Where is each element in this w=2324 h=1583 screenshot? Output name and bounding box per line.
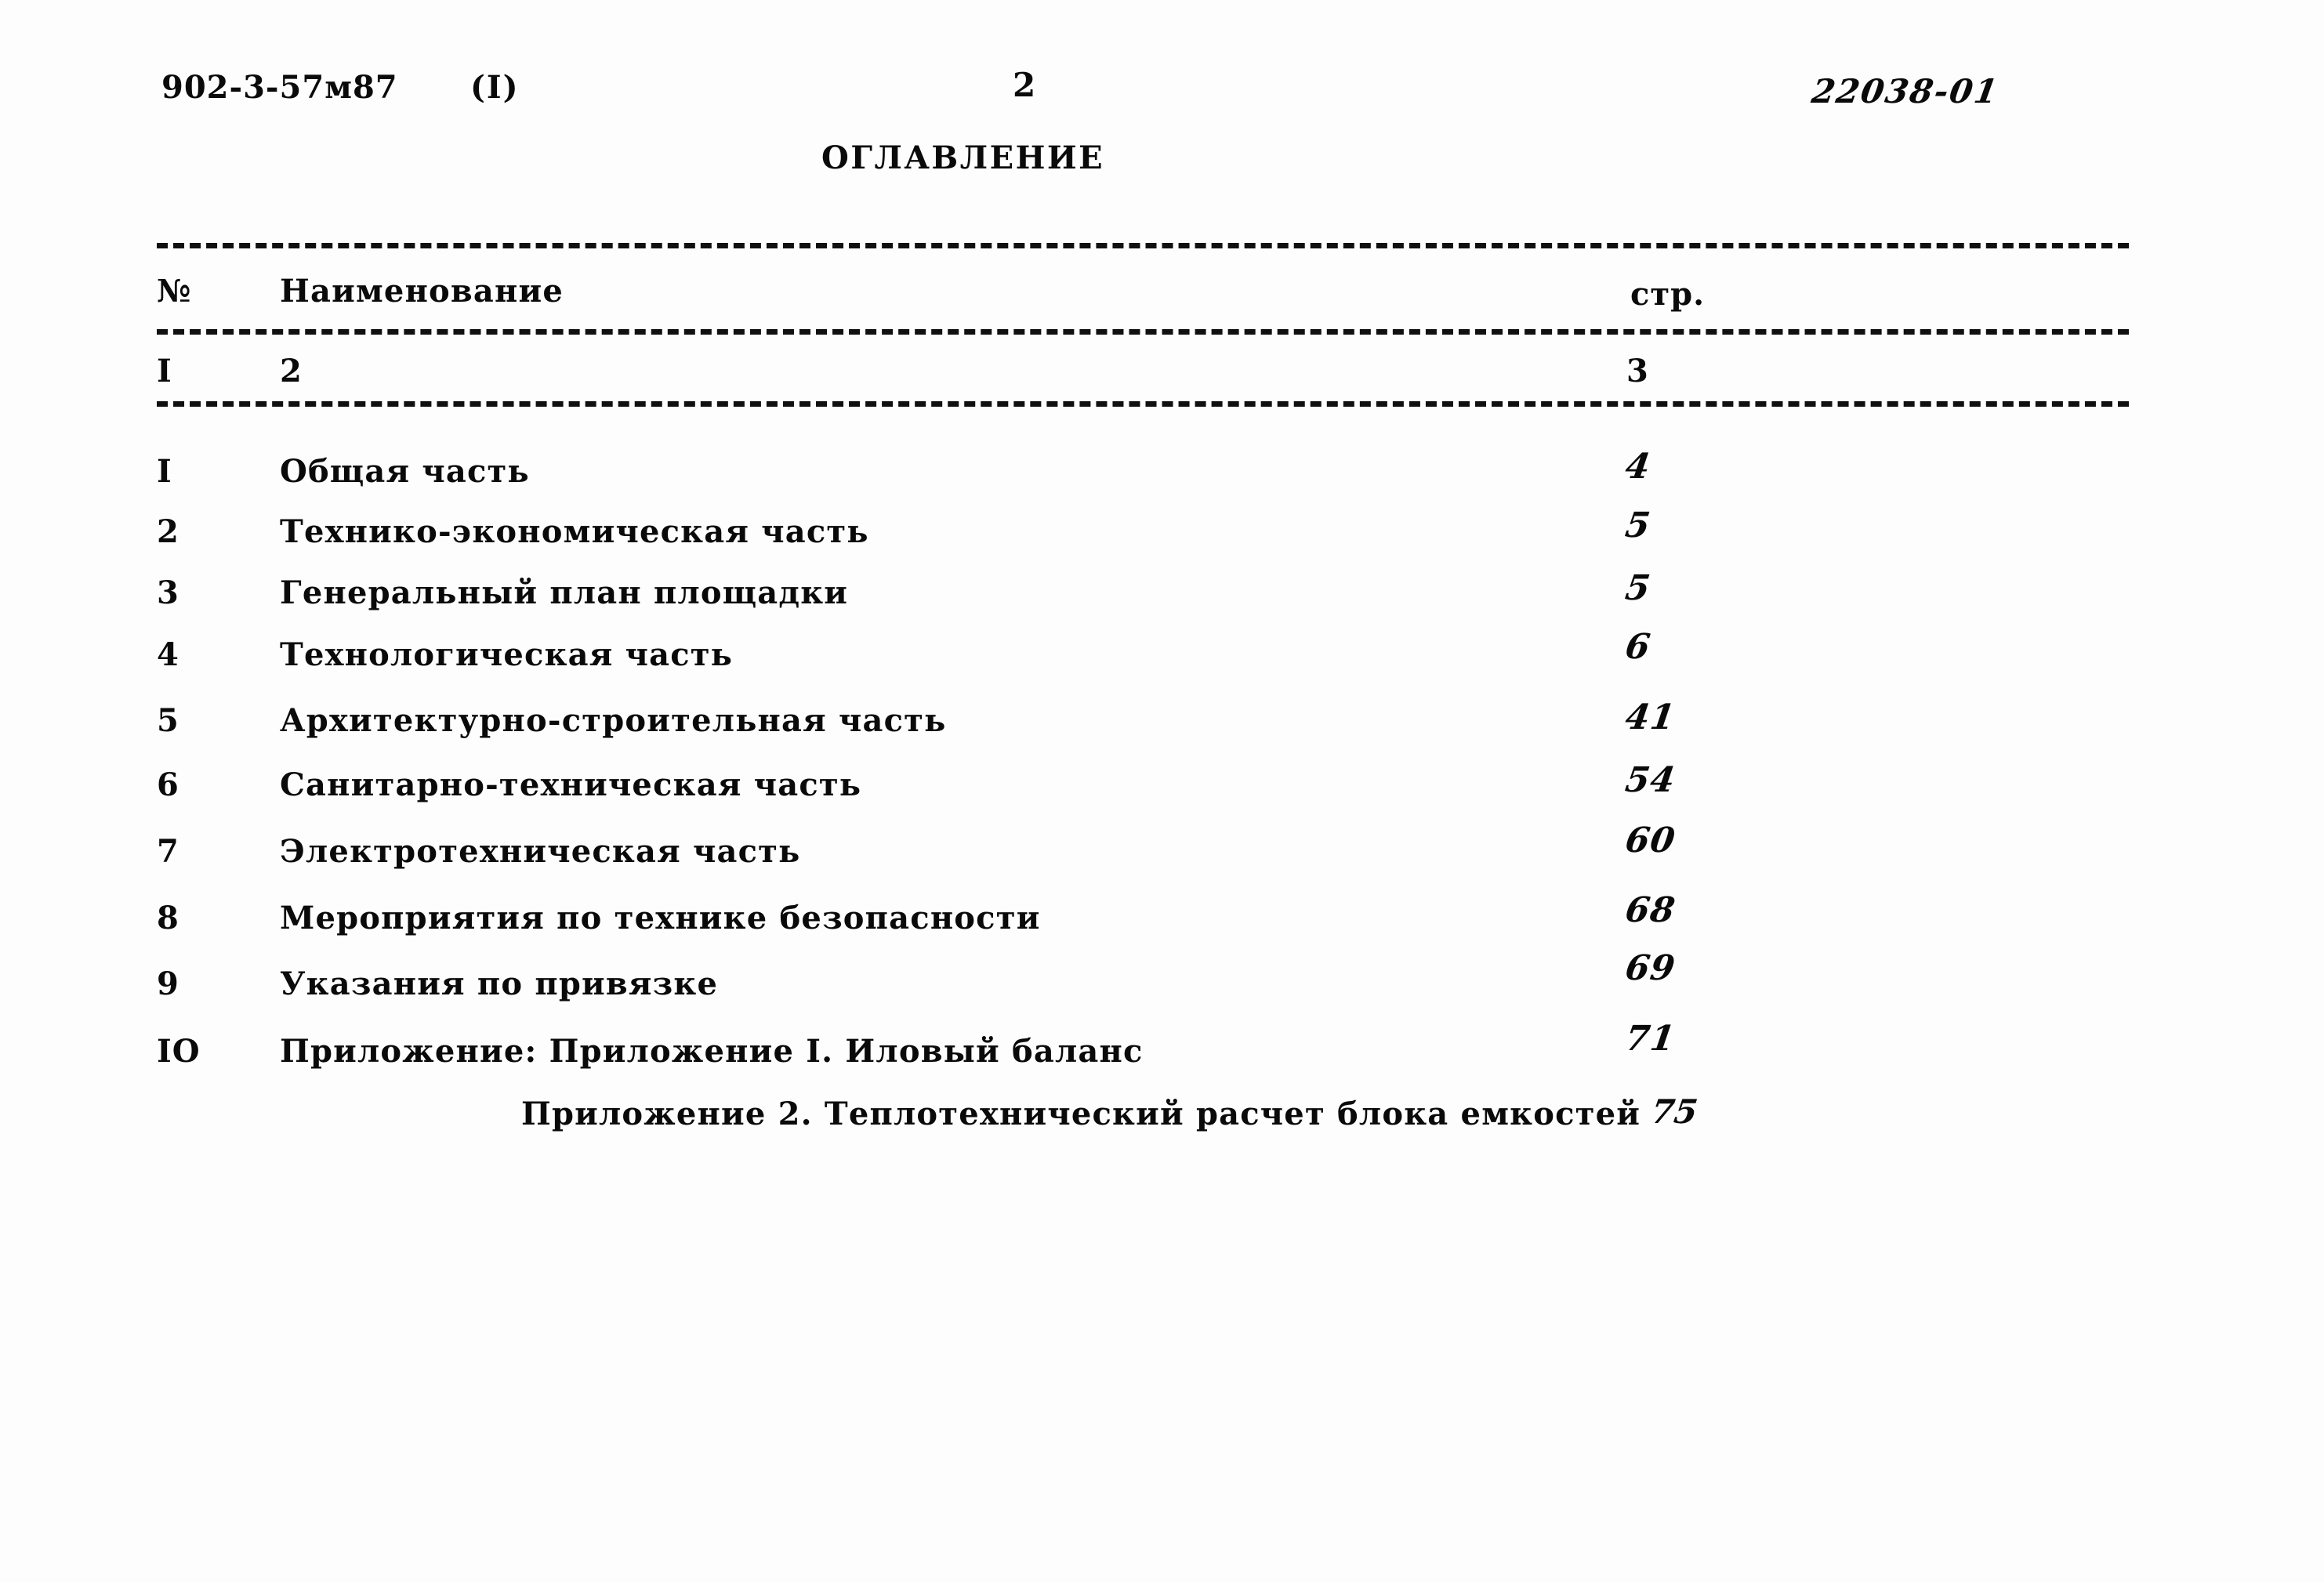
row-number: I	[157, 453, 172, 490]
row-name: Технико-экономическая часть	[280, 513, 869, 550]
row-name: Приложение: Приложение I. Иловый баланс	[280, 1033, 1144, 1070]
row-page: 60	[1622, 820, 1678, 860]
row-name-continuation: Приложение 2. Теплотехнический расчет бл…	[521, 1096, 1641, 1132]
table-row: 6 Санитарно-техническая часть 54	[0, 760, 2324, 813]
row-page: 69	[1622, 948, 1678, 988]
table-row: 8 Мероприятия по технике безопасности 68	[0, 890, 2324, 947]
table-row: 7 Электротехническая часть 60	[0, 820, 2324, 880]
row-page: 71	[1622, 1019, 1678, 1059]
column-index-name: 2	[280, 353, 303, 389]
column-header-number: №	[157, 273, 192, 310]
row-name: Указания по привязке	[280, 965, 719, 1002]
row-name: Санитарно-техническая часть	[280, 766, 862, 803]
contents-table: № Наименование стр. I 2 3 I Общая часть …	[0, 0, 2324, 1583]
table-row: I Общая часть 4	[0, 447, 2324, 500]
row-number: 8	[157, 900, 179, 936]
row-name: Технологическая часть	[280, 636, 734, 673]
row-name: Генеральный план площадки	[280, 574, 849, 611]
column-header-page: стр.	[1630, 276, 1706, 313]
table-row: 4 Технологическая часть 6	[0, 627, 2324, 683]
row-page: 68	[1622, 890, 1678, 930]
row-number: 6	[157, 766, 179, 803]
table-row: IO Приложение: Приложение I. Иловый бала…	[0, 1019, 2324, 1080]
row-name: Мероприятия по технике безопасности	[280, 900, 1041, 936]
column-header-name: Наименование	[280, 273, 564, 310]
row-page: 4	[1622, 447, 1654, 487]
table-row: 3 Генеральный план площадки 5	[0, 568, 2324, 621]
row-name: Общая часть	[280, 453, 530, 490]
column-index-number: I	[157, 353, 172, 389]
row-page: 54	[1622, 760, 1678, 800]
row-page-continuation: 75	[1648, 1092, 1701, 1131]
row-number: 5	[157, 702, 179, 739]
row-name: Архитектурно-строительная часть	[280, 702, 947, 739]
row-number: 4	[157, 636, 179, 673]
row-number: 2	[157, 513, 179, 550]
row-name: Электротехническая часть	[280, 833, 801, 870]
table-row: 2 Технико-экономическая часть 5	[0, 505, 2324, 560]
table-row: 5 Архитектурно-строительная часть 41	[0, 697, 2324, 749]
row-number: 7	[157, 833, 179, 870]
row-number: 3	[157, 574, 179, 611]
scanned-document-page: 902-3-57м87 (I) 2 22038-01 ОГЛАВЛЕНИЕ № …	[0, 0, 2324, 1583]
row-number: IO	[157, 1033, 201, 1070]
column-index-page: 3	[1626, 353, 1649, 389]
row-page: 5	[1622, 568, 1654, 608]
row-page: 41	[1622, 697, 1678, 737]
table-row-continuation: Приложение 2. Теплотехнический расчет бл…	[0, 1092, 2324, 1143]
table-row: 9 Указания по привязке 69	[0, 948, 2324, 1012]
row-page: 6	[1622, 627, 1654, 667]
row-page: 5	[1622, 505, 1654, 545]
row-number: 9	[157, 965, 179, 1002]
